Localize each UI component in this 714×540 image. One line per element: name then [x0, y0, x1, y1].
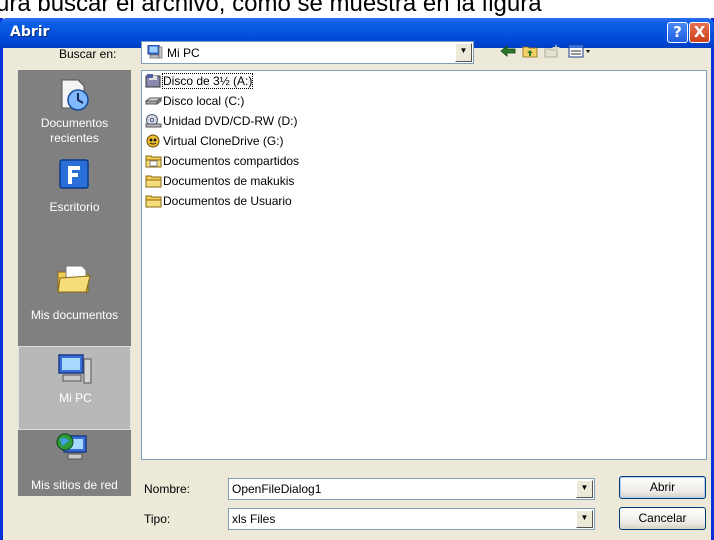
- lookin-label: Buscar en:: [59, 47, 117, 61]
- list-item[interactable]: Unidad DVD/CD-RW (D:): [145, 113, 297, 131]
- filetype-combo[interactable]: xls Files ▼: [228, 508, 595, 530]
- list-item[interactable]: Documentos compartidos: [145, 153, 299, 171]
- list-item[interactable]: Disco de 3½ (A:): [145, 72, 254, 91]
- shared-folder-icon: [145, 155, 162, 168]
- filetype-value: xls Files: [232, 512, 276, 526]
- places-bar: Documentos recientes Escritorio Mis docu…: [18, 70, 131, 496]
- view-menu-icon[interactable]: [566, 44, 594, 62]
- folder-icon: [145, 175, 162, 188]
- cancel-button[interactable]: Cancelar: [619, 507, 706, 530]
- list-item[interactable]: Virtual CloneDrive (G:): [145, 133, 283, 151]
- place-network[interactable]: Mis sitios de red: [18, 432, 131, 496]
- lookin-combo[interactable]: Mi PC ▼: [141, 41, 474, 64]
- filename-dropdown-button[interactable]: ▼: [576, 480, 593, 498]
- my-documents-icon: [57, 265, 91, 293]
- open-button[interactable]: Abrir: [619, 476, 706, 499]
- list-item[interactable]: Documentos de Usuario: [145, 193, 292, 211]
- filetype-label: Tipo:: [144, 512, 171, 526]
- lookin-value: Mi PC: [167, 46, 200, 60]
- back-arrow-icon[interactable]: [498, 44, 518, 62]
- lookin-dropdown-button[interactable]: ▼: [455, 43, 472, 62]
- place-label: Mi PC: [59, 391, 92, 405]
- window-title: Abrir: [10, 24, 50, 40]
- place-desktop[interactable]: Escritorio: [18, 154, 131, 232]
- place-recent-documents[interactable]: Documentos recientes: [18, 72, 131, 156]
- place-my-computer[interactable]: Mi PC: [18, 346, 131, 430]
- place-label: Mis sitios de red: [31, 478, 118, 492]
- dvd-drive-icon: [145, 113, 162, 128]
- help-button[interactable]: ?: [667, 22, 688, 43]
- up-folder-icon[interactable]: [520, 44, 540, 62]
- place-label: Documentos recientes: [40, 116, 109, 145]
- list-item[interactable]: Documentos de makukis: [145, 173, 294, 191]
- new-folder-icon[interactable]: [542, 44, 562, 62]
- filename-label: Nombre:: [144, 482, 191, 496]
- list-item[interactable]: Disco local (C:): [145, 93, 244, 111]
- hard-disk-icon: [145, 96, 162, 105]
- place-label: Escritorio: [49, 200, 100, 214]
- my-computer-icon: [147, 45, 163, 59]
- floppy-drive-icon: [145, 73, 161, 88]
- my-computer-icon: [58, 354, 92, 384]
- close-button[interactable]: X: [689, 22, 710, 43]
- folder-icon: [145, 195, 162, 208]
- place-label: Mis documentos: [30, 308, 119, 322]
- file-list[interactable]: Disco de 3½ (A:) Disco local (C:) Unidad…: [141, 70, 707, 460]
- filename-combo[interactable]: OpenFileDialog1 ▼: [228, 478, 595, 500]
- filetype-dropdown-button[interactable]: ▼: [576, 510, 593, 528]
- desktop-icon: [59, 159, 89, 189]
- network-places-icon: [56, 433, 87, 460]
- place-my-documents[interactable]: Mis documentos: [18, 240, 131, 324]
- virtual-drive-icon: [146, 134, 160, 148]
- filename-input[interactable]: OpenFileDialog1: [232, 482, 321, 496]
- recent-documents-icon: [61, 79, 89, 111]
